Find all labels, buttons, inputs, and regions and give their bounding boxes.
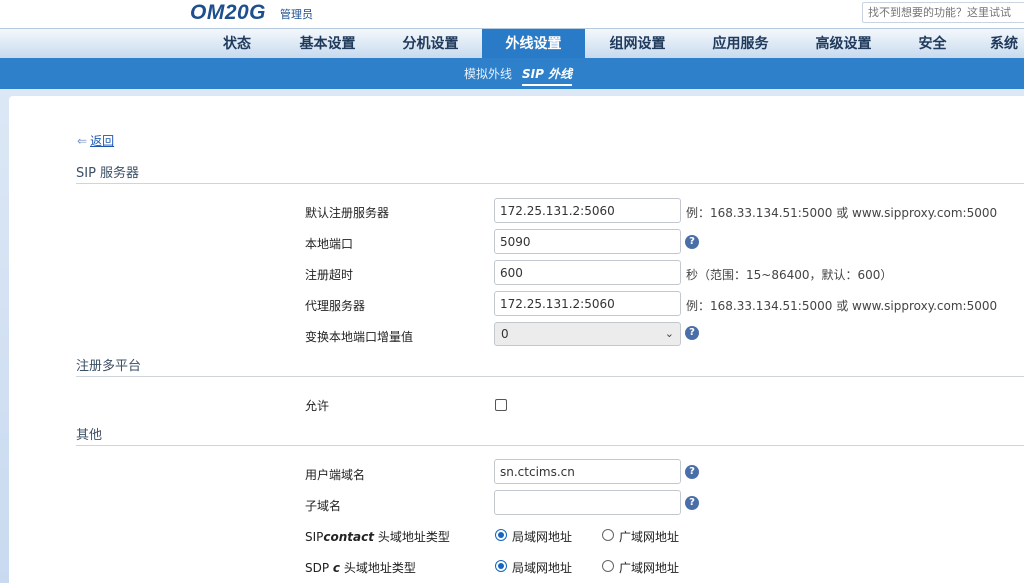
chevron-down-icon: ⌄	[664, 327, 674, 340]
contact-type-label-em: contact	[323, 530, 374, 544]
port-increment-help-icon[interactable]: ?	[685, 326, 699, 340]
sdp-type-label-em: c	[332, 561, 341, 575]
contact-type-label-suffix: 头域地址类型	[374, 530, 450, 544]
contact-type-lan-label: 局域网地址	[512, 530, 573, 544]
nav-system[interactable]: 系统	[990, 29, 1024, 59]
sdp-type-label-prefix: SDP	[305, 561, 333, 575]
contact-type-wan-label: 广域网地址	[619, 530, 680, 544]
sdp-type-label: SDP c 头域地址类型	[305, 559, 416, 576]
proxy-server-hint: 例：168.33.134.51:5000 或 www.sipproxy.com:…	[686, 299, 998, 313]
subnav-analog-trunk[interactable]: 模拟外线	[464, 65, 512, 82]
default-reg-server-hint: 例：168.33.134.51:5000 或 www.sipproxy.com:…	[686, 206, 998, 220]
sub-nav: 模拟外线 SIP 外线	[0, 58, 1024, 89]
sdp-type-label-suffix: 头域地址类型	[340, 561, 416, 575]
main-nav: 状态 基本设置 分机设置 外线设置 组网设置 应用服务 高级设置 安全 系统	[0, 28, 1024, 59]
user-domain-label: 用户端域名	[305, 468, 366, 482]
sub-domain-label: 子域名	[305, 499, 342, 513]
default-reg-server-label: 默认注册服务器	[305, 206, 390, 220]
nav-app-services[interactable]: 应用服务	[703, 29, 778, 59]
back-link[interactable]: ⇐ 返回	[77, 132, 114, 149]
app-header: OM20G 管理员	[0, 0, 1024, 28]
contact-type-wan-radio[interactable]	[602, 529, 614, 541]
nav-status[interactable]: 状态	[212, 29, 262, 59]
contact-type-label-prefix: SIP	[305, 530, 324, 544]
product-logo: OM20G	[190, 1, 267, 24]
back-arrow-icon: ⇐	[77, 134, 88, 148]
contact-type-lan-radio[interactable]	[495, 529, 507, 541]
user-domain-input[interactable]	[494, 459, 681, 484]
feature-search-input[interactable]	[862, 2, 1024, 23]
port-increment-select[interactable]: 0 ⌄	[494, 322, 681, 346]
nav-network-settings[interactable]: 组网设置	[600, 29, 675, 59]
nav-trunk-settings[interactable]: 外线设置	[482, 29, 585, 59]
section-divider	[76, 445, 1024, 446]
section-divider	[76, 376, 1024, 377]
local-port-help-icon[interactable]: ?	[685, 235, 699, 249]
sdp-type-lan-radio[interactable]	[495, 560, 507, 572]
nav-advanced-settings[interactable]: 高级设置	[806, 29, 881, 59]
back-link-label: 返回	[90, 134, 115, 148]
section-divider	[76, 183, 1024, 184]
port-increment-label: 变换本地端口增量值	[305, 330, 414, 344]
sdp-type-wan-label: 广域网地址	[619, 561, 680, 575]
default-reg-server-input[interactable]	[494, 198, 681, 223]
proxy-server-label: 代理服务器	[305, 299, 366, 313]
port-increment-value: 0	[501, 327, 509, 341]
user-domain-help-icon[interactable]: ?	[685, 465, 699, 479]
sdp-type-wan-radio[interactable]	[602, 560, 614, 572]
section-title-multi-platform: 注册多平台	[76, 359, 142, 374]
allow-label: 允许	[305, 399, 330, 413]
sdp-type-lan-label: 局域网地址	[512, 561, 573, 575]
section-title-sip-server: SIP 服务器	[76, 166, 140, 181]
sub-domain-input[interactable]	[494, 490, 681, 515]
user-role: 管理员	[280, 8, 313, 21]
local-port-label: 本地端口	[305, 237, 354, 251]
reg-timeout-input[interactable]	[494, 260, 681, 285]
nav-basic-settings[interactable]: 基本设置	[290, 29, 365, 59]
local-port-input[interactable]	[494, 229, 681, 254]
sub-domain-help-icon[interactable]: ?	[685, 496, 699, 510]
allow-checkbox[interactable]	[495, 399, 507, 411]
contact-type-label: SIPcontact 头域地址类型	[305, 528, 450, 545]
nav-extension-settings[interactable]: 分机设置	[393, 29, 468, 59]
reg-timeout-label: 注册超时	[305, 268, 354, 282]
reg-timeout-hint: 秒（范围：15~86400，默认：600）	[686, 268, 893, 282]
proxy-server-input[interactable]	[494, 291, 681, 316]
section-title-other: 其他	[76, 428, 103, 443]
subnav-sip-trunk[interactable]: SIP 外线	[522, 65, 573, 86]
nav-security[interactable]: 安全	[910, 29, 955, 59]
